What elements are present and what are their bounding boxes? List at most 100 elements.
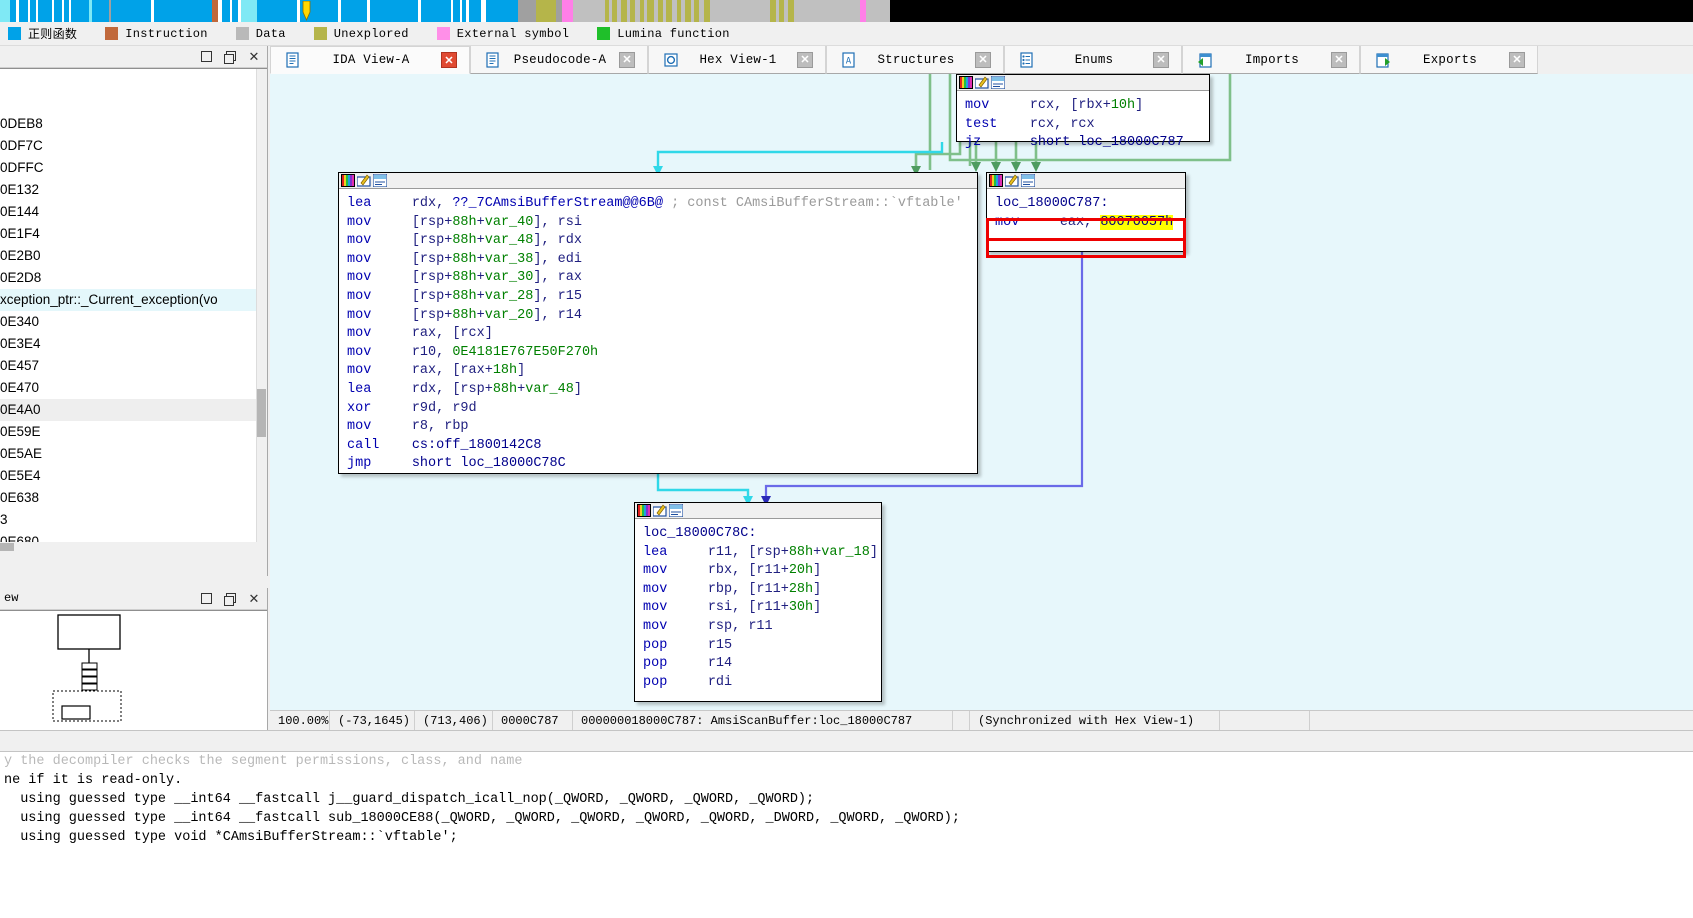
function-list-row[interactable] [0, 91, 267, 113]
palette-icon[interactable] [637, 504, 651, 517]
graph-node-titlebar[interactable] [339, 173, 977, 189]
restore-icon[interactable] [219, 48, 241, 66]
function-list-row[interactable] [0, 69, 267, 91]
close-icon[interactable]: ✕ [243, 48, 265, 66]
tab-label: IDA View-A [332, 53, 410, 67]
tab-close-icon[interactable]: ✕ [441, 52, 457, 68]
tab-close-icon[interactable]: ✕ [1509, 51, 1525, 68]
overview-canvas[interactable] [0, 610, 267, 730]
function-list-row[interactable]: 0E470 [0, 377, 267, 399]
edit-rename-icon[interactable] [974, 76, 989, 89]
red-strikethrough-line [988, 238, 1184, 241]
graph-node-titlebar[interactable] [987, 173, 1185, 189]
graph-node[interactable]: loc_18000C78C: lea r11, [rsp+88h+var_18] m… [634, 502, 882, 702]
asm-line: mov rbp, [r11+28h] [643, 581, 822, 597]
legend-color-swatch [313, 27, 327, 40]
graph-node-titlebar[interactable] [635, 503, 881, 519]
navband-segment [469, 0, 481, 22]
function-list-row[interactable]: 3 [0, 509, 267, 531]
navband-segment [453, 0, 460, 22]
navband-segment [518, 0, 536, 22]
function-list-row[interactable]: 0E457 [0, 355, 267, 377]
function-list-row[interactable]: xception_ptr::_Current_exception(vo [0, 289, 267, 311]
output-line: using guessed type __int64 __fastcall su… [4, 811, 960, 826]
function-list-row[interactable]: 0E1F4 [0, 223, 267, 245]
ida-graph-view[interactable]: mov rcx, [rbx+10h] test rcx, rcx jz short … [270, 74, 1693, 710]
tab-exports[interactable]: Exports ✕ [1360, 46, 1538, 74]
tab-close-icon[interactable]: ✕ [797, 51, 813, 68]
tab-structures[interactable]: A Structures ✕ [826, 46, 1004, 74]
legend-item-label: Unexplored [333, 26, 409, 41]
function-list-row[interactable]: 0E4A0 [0, 399, 267, 421]
asm-line: lea rdx, ??_7CAmsiBufferStream@@6B@ ; co… [347, 196, 963, 211]
hscrollbar-thumb[interactable] [0, 543, 14, 551]
group-nodes-icon[interactable] [668, 503, 684, 518]
functions-list-hscrollbar[interactable] [0, 542, 257, 552]
view-tab-strip[interactable]: IDA View-A ✕ Pseudocode-A ✕ Hex View-1 ✕ A Stru… [270, 46, 1693, 74]
function-list-row[interactable]: 0DEB8 [0, 113, 267, 135]
group-nodes-icon[interactable] [1020, 173, 1036, 188]
tab-ida-view-a[interactable]: IDA View-A ✕ [270, 46, 470, 74]
function-list-row[interactable]: 0E2B0 [0, 245, 267, 267]
edit-rename-icon[interactable] [1004, 174, 1019, 187]
function-list-row[interactable]: 0E5AE [0, 443, 267, 465]
function-list-row[interactable]: 0E59E [0, 421, 267, 443]
asm-line: mov rbx, [r11+20h] [643, 563, 822, 579]
status-cell: (Synchronized with Hex View-1) [970, 710, 1220, 731]
navigation-band[interactable] [0, 0, 1693, 22]
function-list-row[interactable]: 0DF7C [0, 135, 267, 157]
asm-line: lea rdx, [rsp+88h+var_48] [347, 381, 582, 397]
asm-line: mov rax, [rcx] [347, 326, 493, 342]
function-list-row[interactable]: 0E144 [0, 201, 267, 223]
navband-cursor-arrow-icon[interactable] [302, 0, 311, 21]
maximize-icon[interactable] [195, 590, 217, 608]
graph-node[interactable]: lea rdx, ??_7CAmsiBufferStream@@6B@ ; co… [338, 172, 978, 474]
functions-list[interactable]: 0DEB8 0DF7C 0DFFC 0E132 0E144 0E1F4 0E2B0 0E2D8… [0, 68, 267, 552]
palette-icon[interactable] [989, 174, 1003, 187]
tab-close-icon[interactable]: ✕ [1331, 51, 1347, 68]
legend-item-label: Instruction [125, 26, 208, 41]
tab-label: Enums [1074, 52, 1114, 67]
function-list-row[interactable]: 0E638 [0, 487, 267, 509]
palette-icon[interactable] [341, 174, 355, 187]
function-list-row[interactable]: 0E3E4 [0, 333, 267, 355]
asm-line: mov [rsp+88h+var_20], r14 [347, 307, 582, 323]
navband-segment [794, 0, 860, 22]
navband-segment [222, 0, 230, 22]
output-window[interactable]: y the decompiler checks the segment perm… [0, 752, 1693, 918]
window-splitter[interactable] [0, 730, 1693, 752]
graph-node-body: lea rdx, ??_7CAmsiBufferStream@@6B@ ; co… [339, 189, 977, 476]
scrollbar-thumb[interactable] [257, 389, 266, 437]
function-list-row[interactable]: 0E340 [0, 311, 267, 333]
tab-close-icon[interactable]: ✕ [1153, 51, 1169, 68]
function-list-row[interactable]: 0DFFC [0, 157, 267, 179]
function-list-row[interactable]: 0E2D8 [0, 267, 267, 289]
close-icon[interactable]: ✕ [243, 590, 265, 608]
edit-rename-icon[interactable] [652, 504, 667, 517]
tab-close-icon[interactable]: ✕ [619, 51, 635, 68]
group-nodes-icon[interactable] [990, 75, 1006, 90]
tab-enums[interactable]: Enums ✕ [1004, 46, 1182, 74]
edit-rename-icon[interactable] [356, 174, 371, 187]
asm-line: mov rsp, r11 [643, 618, 773, 634]
functions-list-scrollbar[interactable] [256, 69, 267, 552]
graph-node-titlebar[interactable] [957, 75, 1209, 91]
graph-node[interactable]: mov rcx, [rbx+10h] test rcx, rcx jz short … [956, 74, 1210, 150]
tab-imports[interactable]: Imports ✕ [1182, 46, 1360, 74]
navband-segment [154, 0, 212, 22]
tab-label: Structures [877, 52, 955, 67]
group-nodes-icon[interactable] [372, 173, 388, 188]
navband-segment [111, 0, 151, 22]
palette-icon[interactable] [959, 76, 973, 89]
tab-pseudocode-a[interactable]: Pseudocode-A ✕ [470, 46, 648, 74]
maximize-icon[interactable] [195, 48, 217, 66]
tab-hex-view-1[interactable]: Hex View-1 ✕ [648, 46, 826, 74]
legend-color-swatch [8, 27, 21, 40]
overview-graph-thumbnail [52, 614, 122, 722]
tab-close-icon[interactable]: ✕ [975, 51, 991, 68]
function-list-row[interactable]: 0E5E4 [0, 465, 267, 487]
legend-item-label: Data [255, 26, 286, 41]
restore-icon[interactable] [219, 590, 241, 608]
function-list-row[interactable]: 0E132 [0, 179, 267, 201]
tab-label: Pseudocode-A [513, 52, 607, 67]
